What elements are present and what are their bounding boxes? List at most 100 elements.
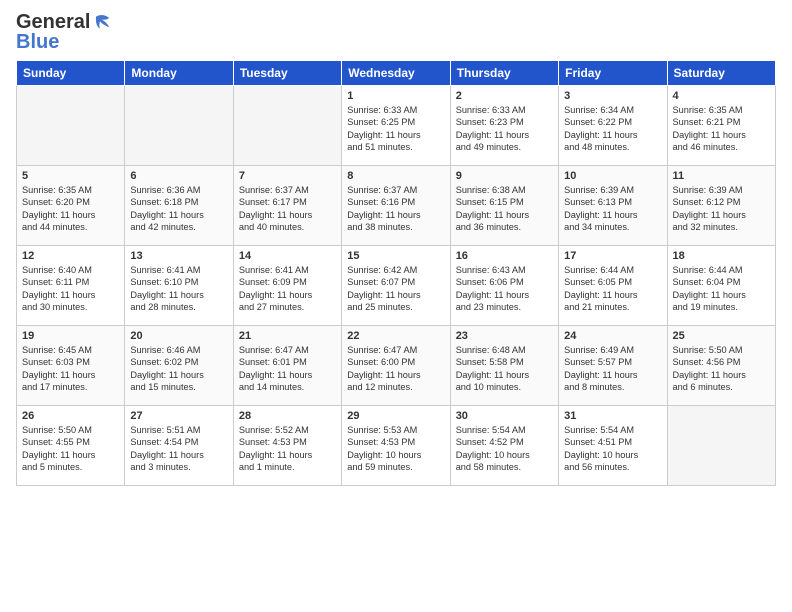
week-row-1: 1 Sunrise: 6:33 AM Sunset: 6:25 PM Daylig… — [17, 86, 776, 166]
cell-content: Sunrise: 5:54 AM Sunset: 4:51 PM Dayligh… — [564, 424, 661, 474]
cell-content: Sunrise: 6:42 AM Sunset: 6:07 PM Dayligh… — [347, 264, 444, 314]
calendar-cell: 25Sunrise: 5:50 AM Sunset: 4:56 PM Dayli… — [667, 326, 775, 406]
weekday-header-thursday: Thursday — [450, 61, 558, 86]
day-number: 14 — [239, 250, 336, 262]
calendar-cell: 7Sunrise: 6:37 AM Sunset: 6:17 PM Daylig… — [233, 166, 341, 246]
day-number: 4 — [673, 90, 770, 102]
calendar-cell: 13 Sunrise: 6:41 AM Sunset: 6:10 PM Dayli… — [125, 246, 233, 326]
calendar-cell: 16 Sunrise: 6:43 AM Sunset: 6:06 PM Dayli… — [450, 246, 558, 326]
cell-content: Sunrise: 6:43 AM Sunset: 6:06 PM Dayligh… — [456, 264, 553, 314]
calendar-cell: 23 Sunrise: 6:48 AM Sunset: 5:58 PM Dayli… — [450, 326, 558, 406]
cell-content: Sunrise: 6:38 AM Sunset: 6:15 PM Dayligh… — [456, 184, 553, 234]
calendar-cell: 10Sunrise: 6:39 AM Sunset: 6:13 PM Dayli… — [559, 166, 667, 246]
day-number: 15 — [347, 250, 444, 262]
day-number: 21 — [239, 330, 336, 342]
calendar-cell: 14 Sunrise: 6:41 AM Sunset: 6:09 PM Dayli… — [233, 246, 341, 326]
cell-content: Sunrise: 6:34 AM Sunset: 6:22 PM Dayligh… — [564, 104, 661, 154]
calendar-cell: 30 Sunrise: 5:54 AM Sunset: 4:52 PM Dayli… — [450, 406, 558, 486]
day-number: 27 — [130, 410, 227, 422]
week-row-4: 19 Sunrise: 6:45 AM Sunset: 6:03 PM Dayli… — [17, 326, 776, 406]
cell-content: Sunrise: 6:44 AM Sunset: 6:05 PM Dayligh… — [564, 264, 661, 314]
calendar-cell: 15 Sunrise: 6:42 AM Sunset: 6:07 PM Dayli… — [342, 246, 450, 326]
day-number: 19 — [22, 330, 119, 342]
cell-content: Sunrise: 5:51 AM Sunset: 4:54 PM Dayligh… — [130, 424, 227, 474]
day-number: 7 — [239, 170, 336, 182]
cell-content: Sunrise: 6:48 AM Sunset: 5:58 PM Dayligh… — [456, 344, 553, 394]
calendar-cell: 4 Sunrise: 6:35 AM Sunset: 6:21 PM Daylig… — [667, 86, 775, 166]
day-number: 11 — [673, 170, 770, 182]
logo: General Blue — [16, 12, 112, 52]
calendar-cell: 31 Sunrise: 5:54 AM Sunset: 4:51 PM Dayli… — [559, 406, 667, 486]
calendar-cell: 22 Sunrise: 6:47 AM Sunset: 6:00 PM Dayli… — [342, 326, 450, 406]
calendar-cell: 18 Sunrise: 6:44 AM Sunset: 6:04 PM Dayli… — [667, 246, 775, 326]
day-number: 8 — [347, 170, 444, 182]
calendar-cell: 2 Sunrise: 6:33 AM Sunset: 6:23 PM Daylig… — [450, 86, 558, 166]
cell-content: Sunrise: 5:50 AM Sunset: 4:55 PM Dayligh… — [22, 424, 119, 474]
logo-blue-text: Blue — [16, 32, 59, 52]
calendar-cell — [667, 406, 775, 486]
cell-content: Sunrise: 6:33 AM Sunset: 6:25 PM Dayligh… — [347, 104, 444, 154]
week-row-3: 12Sunrise: 6:40 AM Sunset: 6:11 PM Dayli… — [17, 246, 776, 326]
cell-content: Sunrise: 6:39 AM Sunset: 6:13 PM Dayligh… — [564, 184, 661, 234]
calendar-cell: 1 Sunrise: 6:33 AM Sunset: 6:25 PM Daylig… — [342, 86, 450, 166]
cell-content: Sunrise: 6:44 AM Sunset: 6:04 PM Dayligh… — [673, 264, 770, 314]
weekday-header-friday: Friday — [559, 61, 667, 86]
calendar-cell: 26Sunrise: 5:50 AM Sunset: 4:55 PM Dayli… — [17, 406, 125, 486]
cell-content: Sunrise: 6:37 AM Sunset: 6:16 PM Dayligh… — [347, 184, 444, 234]
cell-content: Sunrise: 6:33 AM Sunset: 6:23 PM Dayligh… — [456, 104, 553, 154]
day-number: 2 — [456, 90, 553, 102]
calendar-cell: 6Sunrise: 6:36 AM Sunset: 6:18 PM Daylig… — [125, 166, 233, 246]
calendar-cell: 20 Sunrise: 6:46 AM Sunset: 6:02 PM Dayli… — [125, 326, 233, 406]
calendar-cell: 8 Sunrise: 6:37 AM Sunset: 6:16 PM Daylig… — [342, 166, 450, 246]
cell-content: Sunrise: 6:47 AM Sunset: 6:01 PM Dayligh… — [239, 344, 336, 394]
cell-content: Sunrise: 6:47 AM Sunset: 6:00 PM Dayligh… — [347, 344, 444, 394]
day-number: 28 — [239, 410, 336, 422]
calendar-cell: 21 Sunrise: 6:47 AM Sunset: 6:01 PM Dayli… — [233, 326, 341, 406]
calendar-cell: 17 Sunrise: 6:44 AM Sunset: 6:05 PM Dayli… — [559, 246, 667, 326]
day-number: 1 — [347, 90, 444, 102]
day-number: 23 — [456, 330, 553, 342]
calendar-cell — [17, 86, 125, 166]
calendar-cell: 24Sunrise: 6:49 AM Sunset: 5:57 PM Dayli… — [559, 326, 667, 406]
day-number: 17 — [564, 250, 661, 262]
calendar-cell: 29 Sunrise: 5:53 AM Sunset: 4:53 PM Dayli… — [342, 406, 450, 486]
day-number: 30 — [456, 410, 553, 422]
cell-content: Sunrise: 6:46 AM Sunset: 6:02 PM Dayligh… — [130, 344, 227, 394]
weekday-header-monday: Monday — [125, 61, 233, 86]
cell-content: Sunrise: 6:35 AM Sunset: 6:21 PM Dayligh… — [673, 104, 770, 154]
cell-content: Sunrise: 6:45 AM Sunset: 6:03 PM Dayligh… — [22, 344, 119, 394]
weekday-header-tuesday: Tuesday — [233, 61, 341, 86]
page-header: General Blue — [16, 12, 776, 52]
day-number: 16 — [456, 250, 553, 262]
cell-content: Sunrise: 6:40 AM Sunset: 6:11 PM Dayligh… — [22, 264, 119, 314]
cell-content: Sunrise: 5:52 AM Sunset: 4:53 PM Dayligh… — [239, 424, 336, 474]
cell-content: Sunrise: 6:39 AM Sunset: 6:12 PM Dayligh… — [673, 184, 770, 234]
calendar-cell: 3 Sunrise: 6:34 AM Sunset: 6:22 PM Daylig… — [559, 86, 667, 166]
week-row-2: 5Sunrise: 6:35 AM Sunset: 6:20 PM Daylig… — [17, 166, 776, 246]
cell-content: Sunrise: 6:41 AM Sunset: 6:10 PM Dayligh… — [130, 264, 227, 314]
day-number: 31 — [564, 410, 661, 422]
cell-content: Sunrise: 6:41 AM Sunset: 6:09 PM Dayligh… — [239, 264, 336, 314]
day-number: 13 — [130, 250, 227, 262]
day-number: 18 — [673, 250, 770, 262]
cell-content: Sunrise: 6:49 AM Sunset: 5:57 PM Dayligh… — [564, 344, 661, 394]
logo-bird-icon — [92, 12, 112, 32]
calendar-cell — [125, 86, 233, 166]
day-number: 25 — [673, 330, 770, 342]
cell-content: Sunrise: 5:53 AM Sunset: 4:53 PM Dayligh… — [347, 424, 444, 474]
day-number: 29 — [347, 410, 444, 422]
calendar-cell — [233, 86, 341, 166]
day-number: 20 — [130, 330, 227, 342]
calendar-cell: 5Sunrise: 6:35 AM Sunset: 6:20 PM Daylig… — [17, 166, 125, 246]
day-number: 3 — [564, 90, 661, 102]
calendar-table: SundayMondayTuesdayWednesdayThursdayFrid… — [16, 60, 776, 486]
calendar-cell: 12Sunrise: 6:40 AM Sunset: 6:11 PM Dayli… — [17, 246, 125, 326]
cell-content: Sunrise: 5:54 AM Sunset: 4:52 PM Dayligh… — [456, 424, 553, 474]
logo-general-text: General — [16, 12, 90, 32]
day-number: 9 — [456, 170, 553, 182]
calendar-page: General Blue SundayMondayTuesdayWednesda… — [0, 0, 792, 612]
day-number: 22 — [347, 330, 444, 342]
calendar-cell: 27 Sunrise: 5:51 AM Sunset: 4:54 PM Dayli… — [125, 406, 233, 486]
day-number: 6 — [130, 170, 227, 182]
week-row-5: 26Sunrise: 5:50 AM Sunset: 4:55 PM Dayli… — [17, 406, 776, 486]
